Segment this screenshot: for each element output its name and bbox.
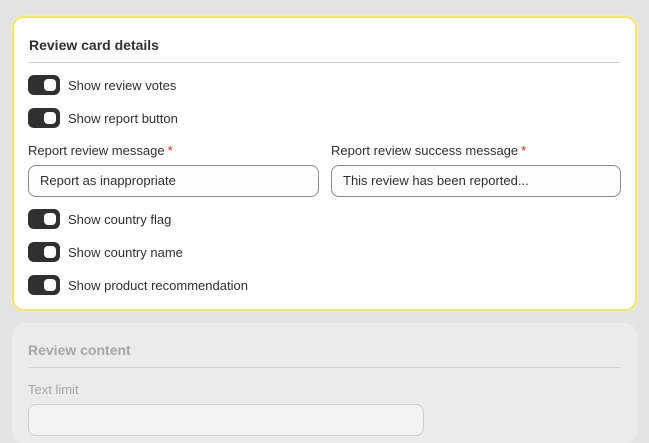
toggle-label: Show product recommendation [68,277,248,293]
toggle-knob [44,112,56,124]
show-product-recommendation-row[interactable]: Show product recommendation [28,274,248,296]
required-indicator: * [521,143,527,158]
toggle-knob [44,213,56,225]
show-country-flag-toggle[interactable] [28,209,60,229]
show-report-button-row[interactable]: Show report button [28,107,178,129]
success-message-label-text: Report review success message [331,143,519,158]
report-message-label: Report review message * [28,143,173,158]
toggle-label: Show review votes [68,77,177,93]
show-product-recommendation-toggle[interactable] [28,275,60,295]
success-message-input[interactable]: This review has been reported... [331,165,621,197]
toggle-knob [44,279,56,291]
show-country-flag-row[interactable]: Show country flag [28,208,171,230]
text-limit-label: Text limit [28,382,79,397]
show-country-name-row[interactable]: Show country name [28,241,183,263]
toggle-label: Show report button [68,110,178,126]
show-country-name-toggle[interactable] [28,242,60,262]
required-indicator: * [167,143,173,158]
toggle-knob [44,79,56,91]
review-content-section: Review content Text limit [12,323,637,443]
toggle-knob [44,246,56,258]
toggle-label: Show country name [68,244,183,260]
divider [28,367,621,368]
section-title: Review card details [29,37,159,53]
success-message-label: Report review success message * [331,143,526,158]
show-report-button-toggle[interactable] [28,108,60,128]
divider [29,62,620,63]
text-limit-input[interactable] [28,404,424,436]
report-message-label-text: Report review message [28,143,165,158]
toggle-label: Show country flag [68,211,172,227]
show-review-votes-toggle[interactable] [28,75,60,95]
report-message-input[interactable]: Report as inappropriate [28,165,319,197]
show-review-votes-row[interactable]: Show review votes [28,74,176,96]
section-title: Review content [28,342,131,358]
review-card-details-section: Review card details Show review votes Sh… [12,16,637,311]
